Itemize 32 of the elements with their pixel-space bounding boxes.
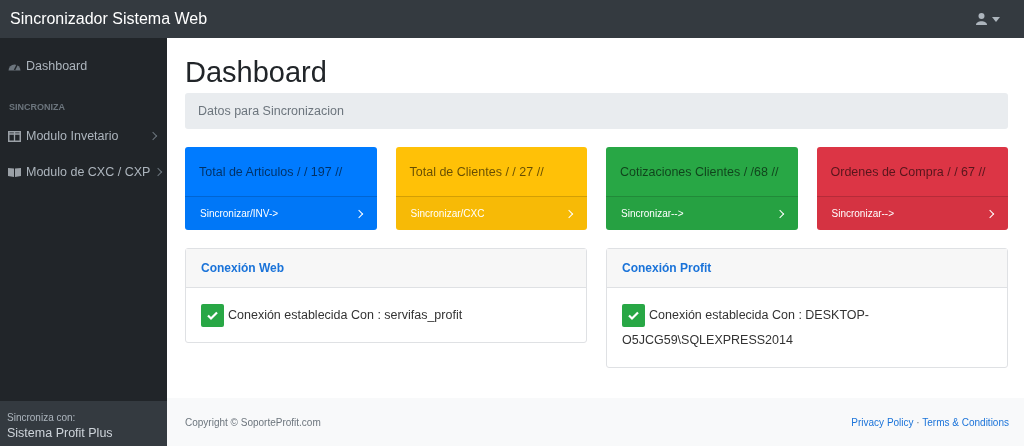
stat-title: Total de Articulos / / 197 // bbox=[199, 164, 343, 179]
card-title: Conexión Profit bbox=[622, 261, 712, 275]
connection-status: Conexión establecida Con : DESKTOP-O5JCG59\SQLEXPRESS2014 bbox=[607, 288, 1007, 367]
page-title: Dashboard bbox=[185, 56, 328, 89]
sync-link[interactable]: Sincronizar--> bbox=[606, 196, 798, 230]
card-title: Conexión Web bbox=[201, 261, 285, 275]
breadcrumb: Datos para Sincronizacion bbox=[185, 93, 1008, 129]
sidebar-label: Dashboard bbox=[26, 59, 89, 73]
user-icon bbox=[976, 13, 987, 25]
caret-icon bbox=[992, 16, 1000, 22]
sidebar-item[interactable]: Dashboard bbox=[0, 48, 167, 84]
sidebar-item[interactable]: Modulo de CXC / CXP bbox=[0, 154, 167, 190]
book-icon bbox=[8, 167, 21, 177]
stat-title: Cotizaciones Clientes / /68 // bbox=[620, 164, 779, 179]
product-name: Sistema Profit Plus bbox=[7, 426, 114, 440]
sync-link[interactable]: Sincronizar--> bbox=[816, 196, 1008, 230]
footer-link[interactable]: Privacy Policy bbox=[851, 416, 914, 428]
columns-icon bbox=[8, 130, 21, 142]
link-separator: · bbox=[915, 416, 921, 428]
sidebar-label: Modulo Invetario bbox=[26, 129, 120, 143]
sync-link[interactable]: Sincronizar/INV-> bbox=[185, 196, 377, 230]
copyright-text: Copyright © SoporteProfit.com bbox=[185, 416, 321, 428]
stat-title: Ordenes de Compra / / 67 // bbox=[830, 164, 986, 179]
sidebar-heading: SINCRONIZA bbox=[8, 101, 66, 114]
sidebar-label: Modulo de CXC / CXP bbox=[26, 165, 151, 179]
sync-caption: Sincroniza con: bbox=[7, 412, 77, 423]
sidebar-item[interactable]: Modulo Invetario bbox=[0, 118, 167, 154]
footer-link[interactable]: Terms & Conditions bbox=[922, 416, 1009, 428]
connection-status: Conexión establecida Con : servifas_profit bbox=[186, 288, 586, 342]
user-menu[interactable] bbox=[976, 13, 1000, 25]
app-brand[interactable]: Sincronizador Sistema Web bbox=[10, 10, 208, 28]
stat-title: Total de Clientes / / 27 // bbox=[409, 164, 544, 179]
